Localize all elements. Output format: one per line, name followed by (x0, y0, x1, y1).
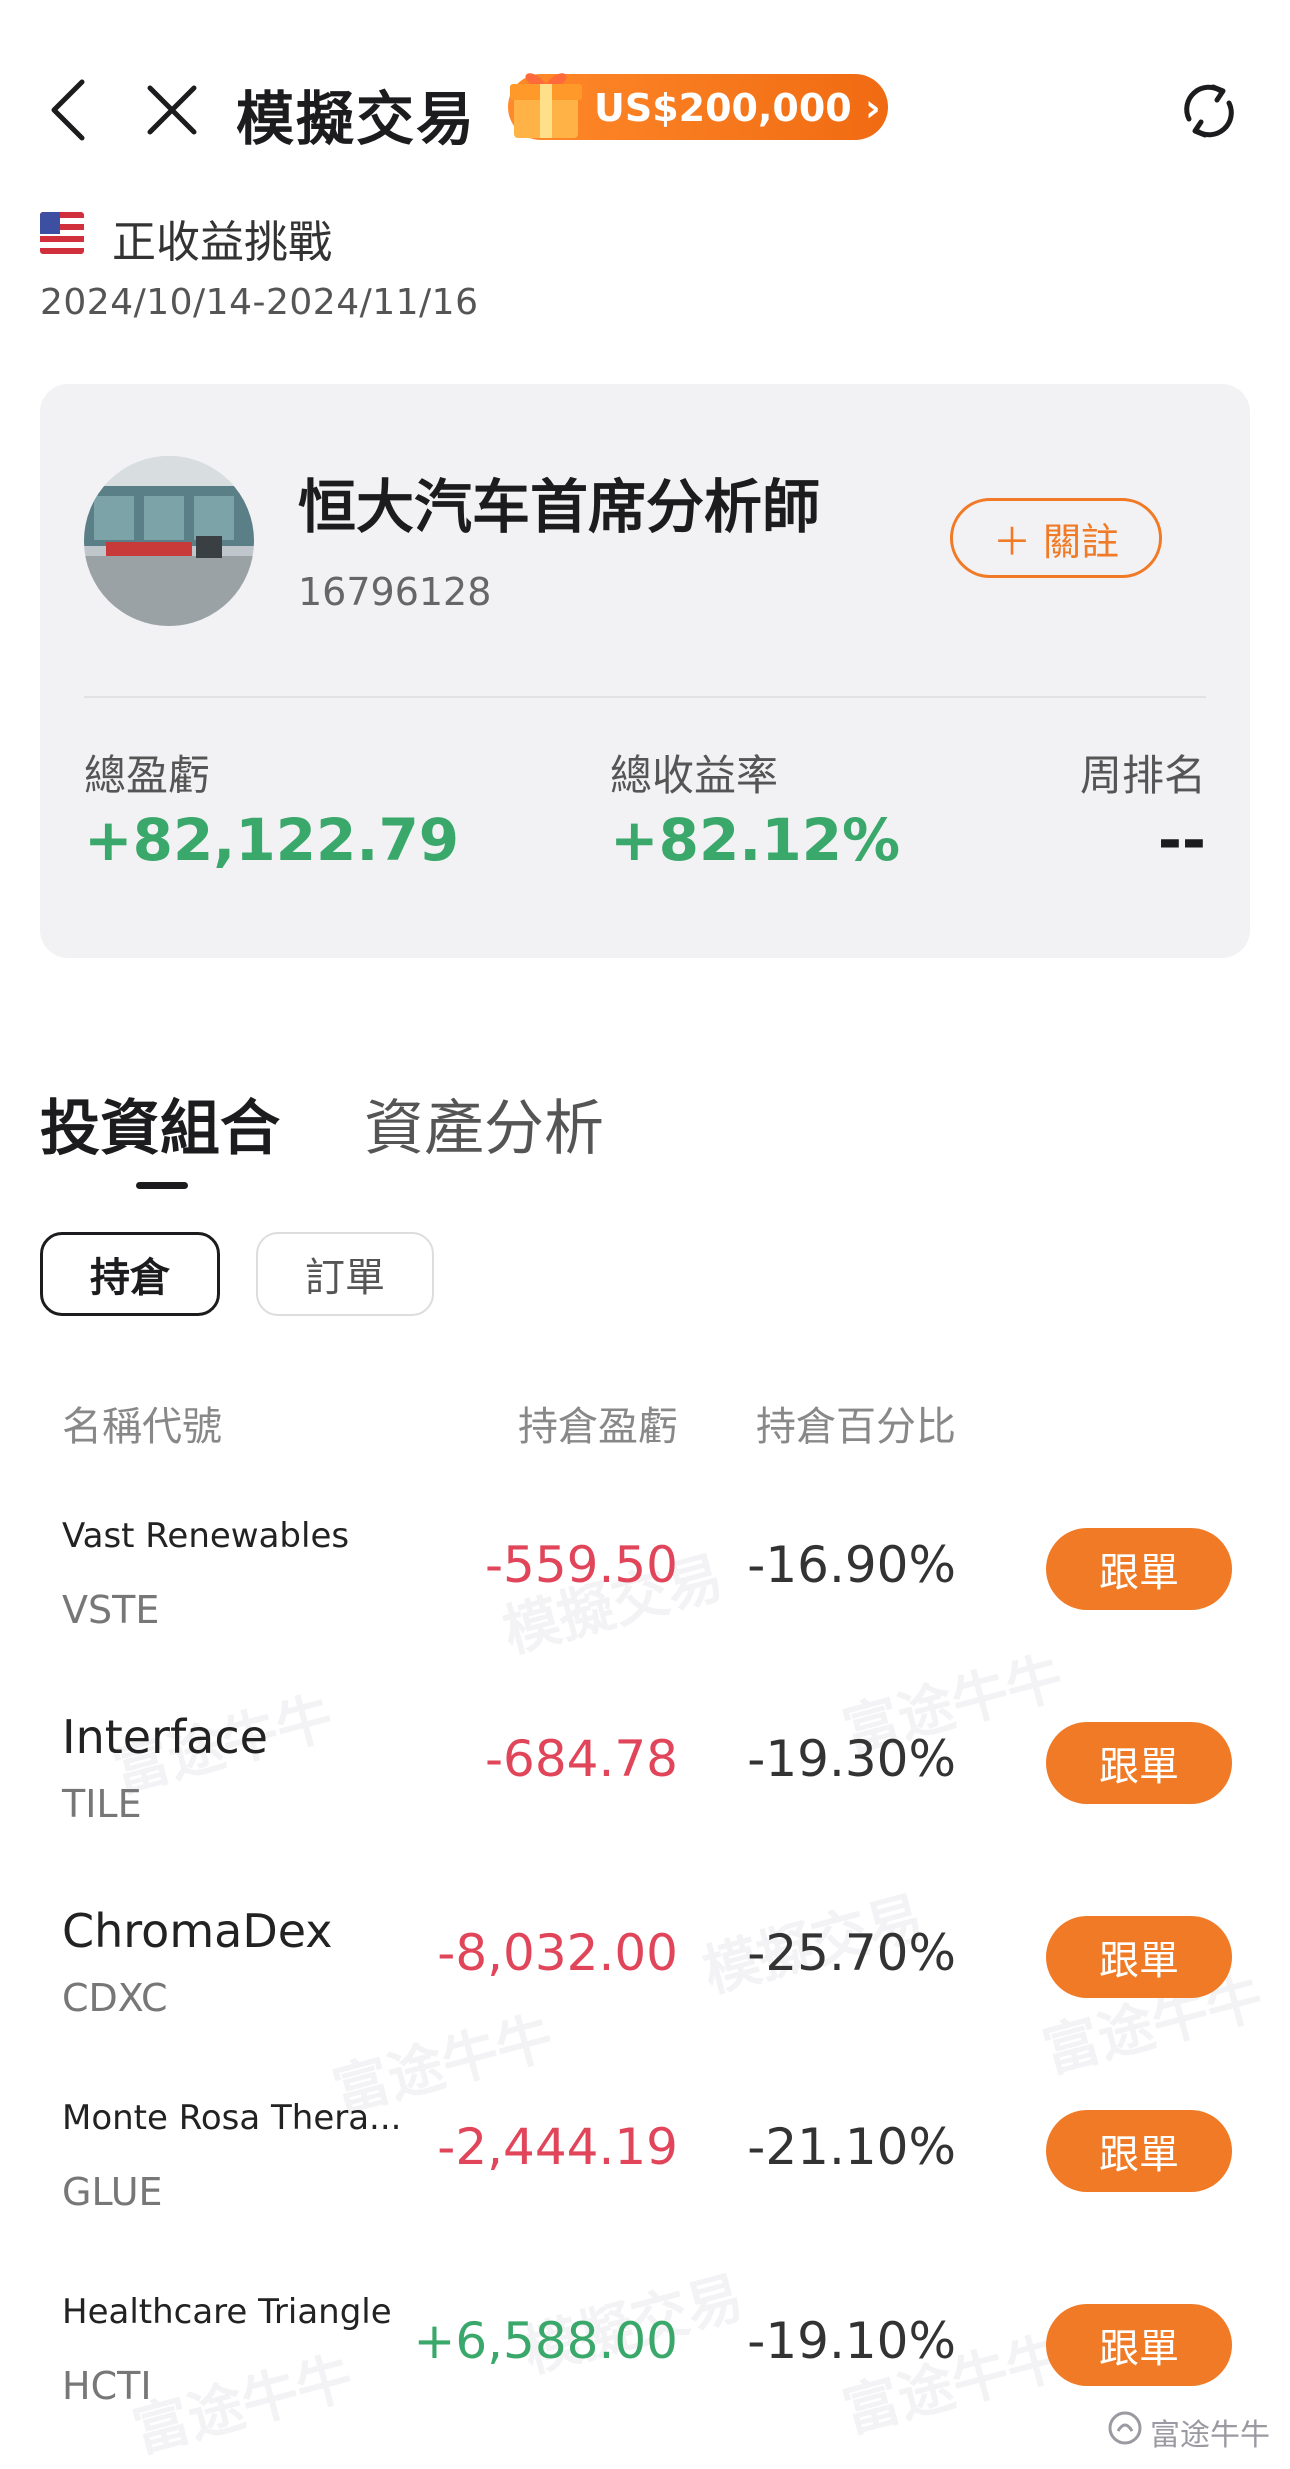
column-header-name: 名稱代號 (62, 1404, 222, 1450)
stock-name: Healthcare Triangle (62, 2292, 392, 2332)
total-pnl-label: 總盈虧 (84, 751, 211, 800)
table-row[interactable]: ChromaDex CDXC -8,032.00 -25.70% 跟單 (0, 1876, 1290, 2070)
position-pnl: +6,588.00 (413, 2312, 678, 2370)
divider (84, 696, 1206, 698)
column-header-pnl: 持倉盈虧 (518, 1404, 678, 1450)
table-row[interactable]: Monte Rosa Thera... GLUE -2,444.19 -21.1… (0, 2070, 1290, 2264)
watermark-brand-text: 富途牛牛 (1150, 2418, 1270, 2453)
position-percent: -21.10% (747, 2118, 956, 2176)
copy-trade-button[interactable]: 跟單 (1046, 2110, 1232, 2192)
promo-label: US$200,000 (594, 86, 852, 130)
user-name: 恒大汽车首席分析師 (298, 473, 821, 541)
stock-code: HCTI (62, 2364, 152, 2408)
copy-trade-button[interactable]: 跟單 (1046, 1528, 1232, 1610)
copy-trade-button[interactable]: 跟單 (1046, 1916, 1232, 1998)
position-pnl: -2,444.19 (437, 2118, 678, 2176)
stock-name: ChromaDex (62, 1904, 333, 1958)
back-icon[interactable] (40, 78, 96, 142)
weekly-rank-value: -- (1157, 806, 1206, 874)
stock-name: Monte Rosa Thera... (62, 2098, 402, 2138)
gift-icon (506, 62, 586, 146)
follow-button[interactable]: ＋ 關註 (950, 498, 1162, 578)
avatar[interactable] (84, 456, 254, 626)
column-header-percent: 持倉百分比 (756, 1404, 956, 1450)
position-pnl: -8,032.00 (437, 1924, 678, 1982)
position-pnl: -684.78 (485, 1730, 678, 1788)
us-flag-icon (40, 212, 84, 254)
total-return-label: 總收益率 (610, 751, 779, 800)
copy-trade-button[interactable]: 跟單 (1046, 1722, 1232, 1804)
futu-logo-icon (1108, 2411, 1142, 2453)
segment-orders[interactable]: 訂單 (256, 1232, 434, 1316)
contest-name: 正收益挑戰 (112, 217, 332, 268)
tab-portfolio[interactable]: 投資組合 (40, 1080, 280, 1167)
close-icon[interactable] (142, 80, 202, 140)
stock-name: Interface (62, 1710, 268, 1764)
position-percent: -25.70% (747, 1924, 956, 1982)
total-pnl-value: +82,122.79 (84, 806, 460, 874)
position-percent: -19.30% (747, 1730, 956, 1788)
chevron-right-icon: › (864, 86, 881, 130)
stock-code: TILE (62, 1782, 142, 1826)
tab-asset-analysis[interactable]: 資產分析 (364, 1080, 604, 1167)
copy-trade-button[interactable]: 跟單 (1046, 2304, 1232, 2386)
stock-code: VSTE (62, 1588, 160, 1632)
stock-code: GLUE (62, 2170, 163, 2214)
segment-positions[interactable]: 持倉 (40, 1232, 220, 1316)
position-percent: -19.10% (747, 2312, 956, 2370)
stock-code: CDXC (62, 1976, 168, 2020)
table-row[interactable]: Interface TILE -684.78 -19.30% 跟單 (0, 1682, 1290, 1876)
tab-indicator (136, 1182, 188, 1189)
stock-name: Vast Renewables (62, 1516, 350, 1556)
page-title: 模擬交易 (236, 85, 477, 153)
position-pnl: -559.50 (485, 1536, 678, 1594)
corner-watermark: 富途牛牛 (1108, 2410, 1270, 2454)
total-return-value: +82.12% (610, 806, 901, 874)
table-row[interactable]: Healthcare Triangle HCTI +6,588.00 -19.1… (0, 2264, 1290, 2458)
position-percent: -16.90% (747, 1536, 956, 1594)
table-row[interactable]: Vast Renewables VSTE -559.50 -16.90% 跟單 (0, 1488, 1290, 1682)
refresh-icon[interactable] (1176, 78, 1242, 144)
profile-card: 恒大汽车首席分析師 16796128 ＋ 關註 總盈虧 +82,122.79 總… (40, 384, 1250, 958)
weekly-rank-label: 周排名 (1079, 751, 1206, 800)
contest-date-range: 2024/10/14-2024/11/16 (40, 282, 479, 323)
promo-badge[interactable]: US$200,000 › (508, 73, 888, 140)
user-id: 16796128 (298, 570, 492, 614)
